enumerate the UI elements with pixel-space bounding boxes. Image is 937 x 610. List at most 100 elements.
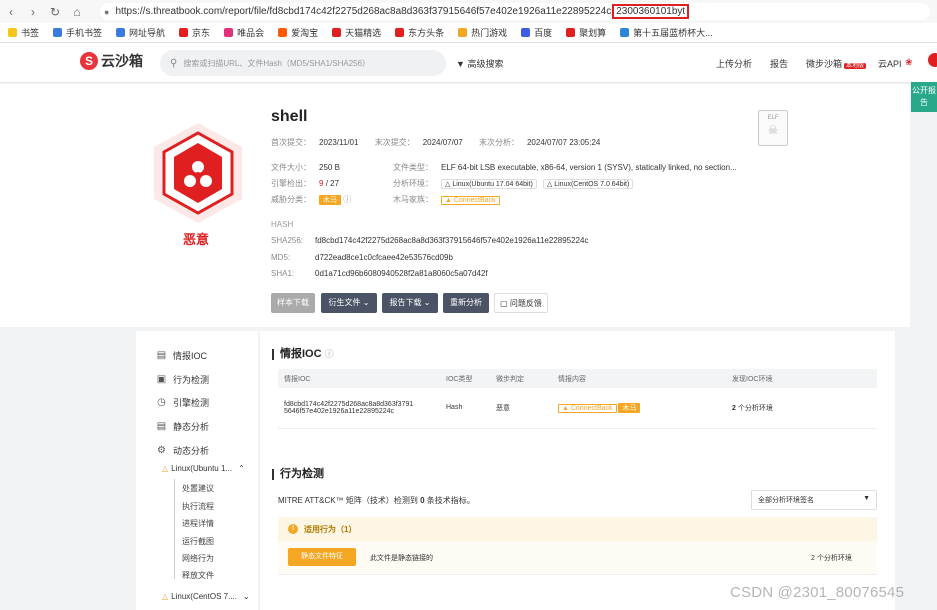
- sidebar-item-ioc[interactable]: ▤ 情报IOC: [156, 349, 207, 362]
- family-tag[interactable]: ▲ ConnectBack: [558, 403, 617, 413]
- file-size: 文件大小： 250 B: [271, 163, 340, 172]
- maple-icon: ❀: [905, 57, 913, 67]
- sidebar-sub-process[interactable]: 进程详情: [182, 518, 214, 529]
- bookmark-label: 百度: [534, 28, 553, 38]
- home-icon[interactable]: ⌂: [66, 5, 88, 19]
- chevron-down-icon: ⌄: [362, 298, 370, 307]
- sidebar-item-engine[interactable]: ◷ 引擎检测: [156, 396, 209, 409]
- sample-download-button[interactable]: 样本下载: [271, 293, 315, 313]
- bookmark-icon: [116, 28, 126, 37]
- nav-wechat-sandbox[interactable]: 微步沙箱 本地版: [806, 57, 867, 70]
- bookmark-item[interactable]: 网址导航: [116, 26, 165, 39]
- help-icon[interactable]: ⓘ: [325, 349, 334, 359]
- bookmark-item[interactable]: 热门游戏: [458, 26, 507, 39]
- env-signature-select[interactable]: 全部分析环境签名 ▼: [751, 490, 877, 510]
- bookmarks-bar: 书签 手机书签 网址导航 京东 唯品会 爱淘宝 天猫精选 东方头条 热门游戏 百度 聚划算 第十五届蓝…: [0, 23, 937, 43]
- sidebar-sub-flow[interactable]: 执行流程: [182, 501, 214, 512]
- address-bar[interactable]: ● https://s.threatbook.com/report/file/f…: [100, 3, 930, 20]
- bookmark-icon: [458, 28, 468, 37]
- public-report-button[interactable]: 公开报告: [911, 82, 937, 112]
- nav-cloud-api[interactable]: 云API: [878, 57, 902, 70]
- browser-toolbar: ‹ › ↻ ⌂ ● https://s.threatbook.com/repor…: [0, 0, 937, 23]
- ioc-env: 2 个分析环境: [726, 388, 877, 429]
- bookmark-item[interactable]: 京东: [179, 26, 210, 39]
- bookmark-icon: [8, 28, 17, 37]
- bookmark-item[interactable]: 唯品会: [224, 26, 264, 39]
- behavior-row: 静态文件特征 此文件是静态链接的 2 个分析环境: [278, 541, 877, 575]
- sha256-row: SHA256: fd8cbd174c42f2275d268ac8a8d363f37…: [271, 236, 589, 245]
- bookmark-icon: [224, 28, 234, 37]
- bookmark-label: 京东: [192, 28, 211, 38]
- behavior-tag[interactable]: 静态文件特征: [288, 548, 356, 566]
- bookmark-icon: [620, 28, 630, 37]
- help-icon[interactable]: ⓘ: [343, 195, 351, 204]
- bookmark-item[interactable]: 天猫精选: [332, 26, 381, 39]
- intel-icon: ▤: [156, 350, 167, 361]
- bookmark-label: 热门游戏: [471, 28, 508, 38]
- bookmark-item[interactable]: 百度: [521, 26, 552, 39]
- bookmark-label: 天猫精选: [345, 28, 382, 38]
- col-verdict: 微步判定: [490, 369, 552, 388]
- ioc-type: Hash: [440, 388, 490, 429]
- feedback-button[interactable]: ▢ 问题反馈: [494, 293, 548, 313]
- bookmark-icon: [278, 28, 288, 37]
- sidebar-item-behavior[interactable]: ▣ 行为检测: [156, 373, 209, 386]
- feedback-icon: ▢: [500, 299, 508, 308]
- sidebar-sub-network[interactable]: 网络行为: [182, 553, 214, 564]
- bookmark-item[interactable]: 手机书签: [53, 26, 102, 39]
- bookmark-item[interactable]: 第十五届蓝桥杯大...: [620, 26, 713, 39]
- bookmark-item[interactable]: 爱淘宝: [278, 26, 318, 39]
- bookmark-item[interactable]: 东方头条: [395, 26, 444, 39]
- logo-text: 云沙箱: [101, 53, 143, 69]
- nav-upload[interactable]: 上传分析: [716, 57, 752, 70]
- sidebar-env-centos[interactable]: △ Linux(CentOS 7.... ⌄: [162, 592, 250, 601]
- sidebar-item-static[interactable]: ▤ 静态分析: [156, 420, 209, 433]
- search-input[interactable]: ⚲ 搜索或扫描URL、文件Hash（MD5/SHA1/SHA256）: [160, 50, 446, 76]
- trojan-tag: 木马: [319, 195, 341, 205]
- image-icon: ▣: [156, 374, 167, 385]
- linux-icon: △: [162, 464, 169, 473]
- derived-files-button[interactable]: 衍生文件 ⌄: [321, 293, 377, 313]
- ioc-value[interactable]: fd8cbd174c42f2275d268ac8a8d363f3791 5646f…: [278, 388, 440, 429]
- sidebar-sub-advice[interactable]: 处置建议: [182, 483, 214, 494]
- report-sidebar: ▤ 情报IOC ▣ 行为检测 ◷ 引擎检测 ▤ 静态分析 ⚙ 动态分析 △ Linux(Ub…: [136, 331, 258, 610]
- applicable-behavior-header[interactable]: ! 适用行为（1）: [278, 517, 877, 541]
- env-ubuntu-chip[interactable]: △ Linux(Ubuntu 17.04 64bit): [441, 179, 537, 189]
- local-version-badge: 本地版: [844, 63, 867, 69]
- sha1-row: SHA1: 0d1a71cd96b6080940528f2a81a8060c5a0…: [271, 269, 488, 278]
- sidebar-sub-screenshot[interactable]: 运行截图: [182, 536, 214, 547]
- bookmark-label: 东方头条: [408, 28, 445, 38]
- back-icon[interactable]: ‹: [0, 5, 22, 19]
- url-highlight: 2300360101byt: [612, 4, 690, 19]
- sidebar-sub-release[interactable]: 释放文件: [182, 570, 214, 581]
- gear-icon: ⚙: [157, 445, 166, 456]
- chevron-up-icon: ⌃: [238, 464, 245, 473]
- env-centos-chip[interactable]: △ Linux(CentOS 7.0 64bit): [542, 179, 634, 189]
- mitre-summary: MITRE ATT&CK™ 矩阵（技术）检测到 0 条技术指标。: [278, 496, 475, 505]
- table-header-row: 情报IOC IOC类型 微步判定 情报内容 发现IOC环境: [278, 369, 877, 388]
- bookmark-label: 网址导航: [129, 28, 166, 38]
- bookmark-label: 书签: [21, 28, 40, 38]
- bookmark-label: 手机书签: [66, 28, 103, 38]
- site-logo[interactable]: S 云沙箱: [80, 51, 143, 71]
- report-download-button[interactable]: 报告下载 ⌄: [382, 293, 438, 313]
- avatar[interactable]: [928, 53, 937, 67]
- nav-report[interactable]: 报告: [770, 57, 788, 70]
- table-row: fd8cbd174c42f2275d268ac8a8d363f3791 5646f…: [278, 388, 877, 429]
- reload-icon[interactable]: ↻: [44, 5, 66, 19]
- bookmark-icon: [521, 28, 531, 37]
- ioc-intel: ▲ ConnectBack 木马: [552, 388, 726, 429]
- bookmark-label: 第十五届蓝桥杯大...: [633, 28, 713, 38]
- trojan-tag: 木马: [618, 402, 641, 413]
- forward-icon[interactable]: ›: [22, 5, 44, 19]
- hash-header: HASH: [271, 220, 294, 229]
- sidebar-item-dynamic[interactable]: ⚙ 动态分析: [156, 444, 209, 457]
- lock-icon: ●: [104, 6, 110, 17]
- sidebar-env-ubuntu[interactable]: △ Linux(Ubuntu 1... ⌃: [162, 464, 245, 473]
- advanced-search-link[interactable]: ▼ 高级搜索: [456, 57, 503, 70]
- bookmark-item[interactable]: 书签: [8, 26, 39, 39]
- reanalyze-button[interactable]: 重新分析: [443, 293, 489, 313]
- report-main: 情报IOC ⓘ 情报IOC IOC类型 微步判定 情报内容 发现IOC环境 fd…: [260, 331, 895, 610]
- family-tag[interactable]: ▲ ConnectBack: [441, 196, 500, 205]
- bookmark-item[interactable]: 聚划算: [566, 26, 606, 39]
